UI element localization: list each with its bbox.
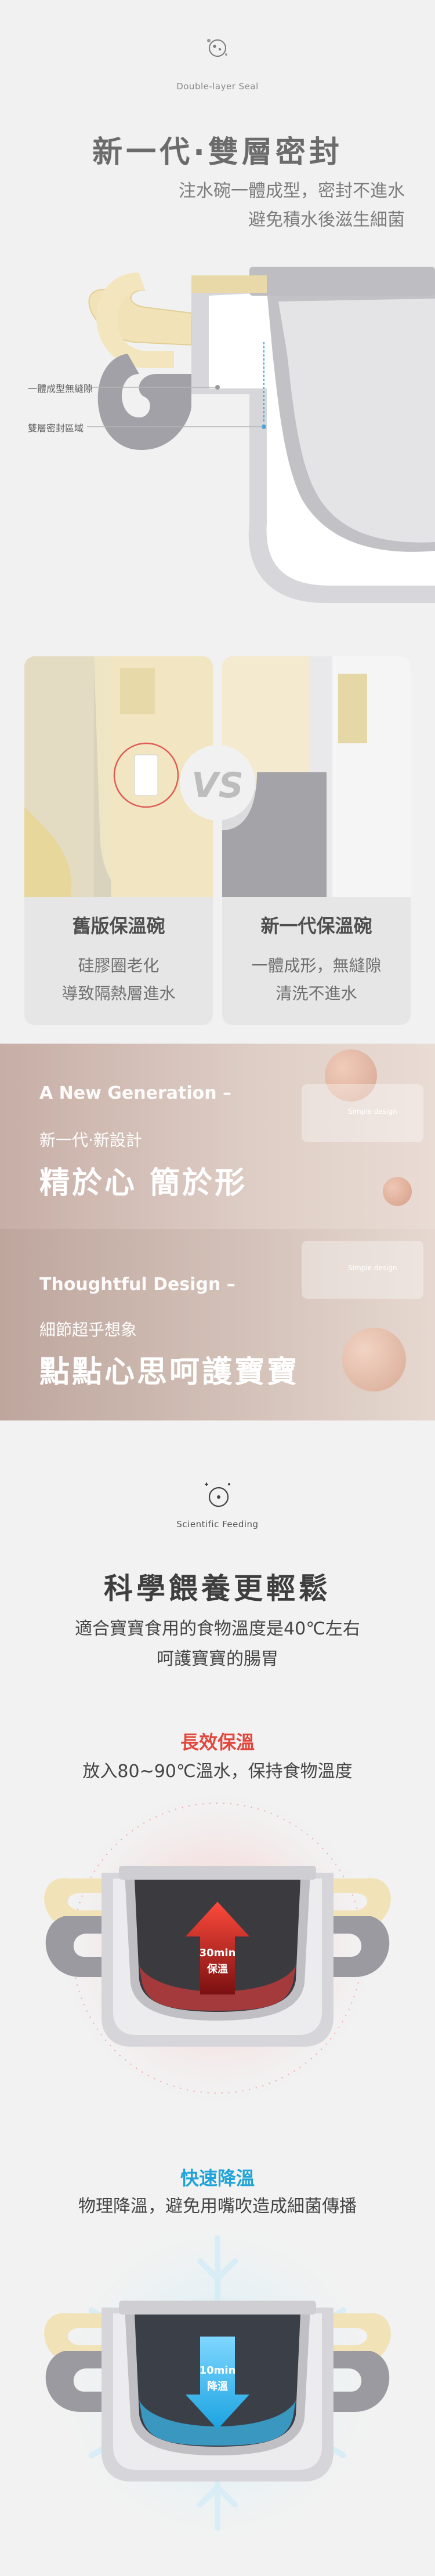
new-bowl-text-1: 一體成形，無縫隙 (251, 956, 382, 975)
banner1-headline: 精於心 簡於形 (39, 1166, 248, 1201)
science-badge-icon (205, 1483, 230, 1507)
banner2-tag: Simple design (348, 1264, 397, 1272)
vs-label: VS (191, 765, 244, 806)
cool-bowl-illustration (44, 2226, 392, 2557)
comparison-section: 舊版保溫碗 硅膠圈老化 導致隔熱層進水 新一代保溫碗 一體成形，無縫隙 清洗不進… (0, 644, 435, 1044)
seal-section: Double-layer Seal 新一代·雙層密封 注水碗一體成型，密封不進水… (0, 0, 435, 644)
old-bowl-text-1: 硅膠圈老化 (78, 956, 160, 975)
cool-mode-label: 降溫 (207, 2381, 228, 2393)
callout-double-seal: 雙層密封區域 (28, 423, 84, 434)
seal-caption: Double-layer Seal (176, 81, 259, 92)
feed-subtitle-1: 適合寶寶食用的食物溫度是40℃左右 (75, 1619, 360, 1639)
new-bowl-title: 新一代保溫碗 (260, 915, 372, 937)
cool-description: 物理降溫，避免用嘴吹造成細菌傳播 (78, 2196, 357, 2217)
old-bowl-card: 舊版保溫碗 硅膠圈老化 導致隔熱層進水 (24, 656, 213, 1025)
feed-title: 科學餵養更輕鬆 (104, 1572, 331, 1605)
banner2-headline: 點點心思呵護寶寶 (39, 1355, 300, 1390)
new-bowl-card: 新一代保溫碗 一體成形，無縫隙 清洗不進水 (222, 656, 411, 1025)
old-bowl-text-2: 導致隔熱層進水 (61, 984, 176, 1003)
seal-title: 新一代·雙層密封 (92, 135, 343, 170)
product-detail-page: Double-layer Seal 新一代·雙層密封 注水碗一體成型，密封不進水… (0, 0, 435, 2576)
feed-subtitle-2: 呵護寶寶的腸胃 (157, 1649, 278, 1669)
banner-new-generation: Simple design A New Generation – 新一代·新設計… (0, 1044, 435, 1229)
seal-subtitle-2: 避免積水後滋生細菌 (248, 210, 405, 230)
decor-sphere (342, 1328, 406, 1391)
banner-thoughtful-design: Simple design Thoughtful Design – 細節超乎想象… (0, 1229, 435, 1420)
seal-subtitle-1: 注水碗一體成型，密封不進水 (179, 181, 405, 201)
callout-seamless: 一體成型無縫隙 (28, 383, 93, 394)
warm-bowl-illustration (44, 1792, 391, 2116)
banner2-subtitle: 細節超乎想象 (39, 1320, 137, 1339)
molecule-badge-icon (207, 39, 227, 57)
bowl-cross-section-illustration (87, 267, 435, 603)
warm-mode-label: 保溫 (207, 1963, 228, 1975)
old-bowl-title: 舊版保溫碗 (72, 915, 165, 937)
banner1-tag: Simple design (348, 1107, 397, 1116)
warm-time-label: 30min (199, 1947, 236, 1959)
feeding-section: Scientific Feeding 科學餵養更輕鬆 適合寶寶食用的食物溫度是4… (0, 1420, 435, 2576)
cool-time-label: 10min (199, 2364, 236, 2377)
banner2-en-title: Thoughtful Design – (39, 1274, 235, 1295)
banner1-subtitle: 新一代·新設計 (39, 1131, 142, 1150)
new-bowl-text-2: 清洗不進水 (276, 984, 357, 1003)
banner1-en-title: A New Generation – (39, 1083, 232, 1103)
cool-title: 快速降溫 (180, 2167, 255, 2189)
warm-description: 放入80~90℃溫水，保持食物溫度 (82, 1761, 353, 1782)
feed-caption: Scientific Feeding (176, 1519, 259, 1529)
warm-title: 長效保溫 (180, 1731, 255, 1753)
decor-sphere (383, 1177, 412, 1206)
